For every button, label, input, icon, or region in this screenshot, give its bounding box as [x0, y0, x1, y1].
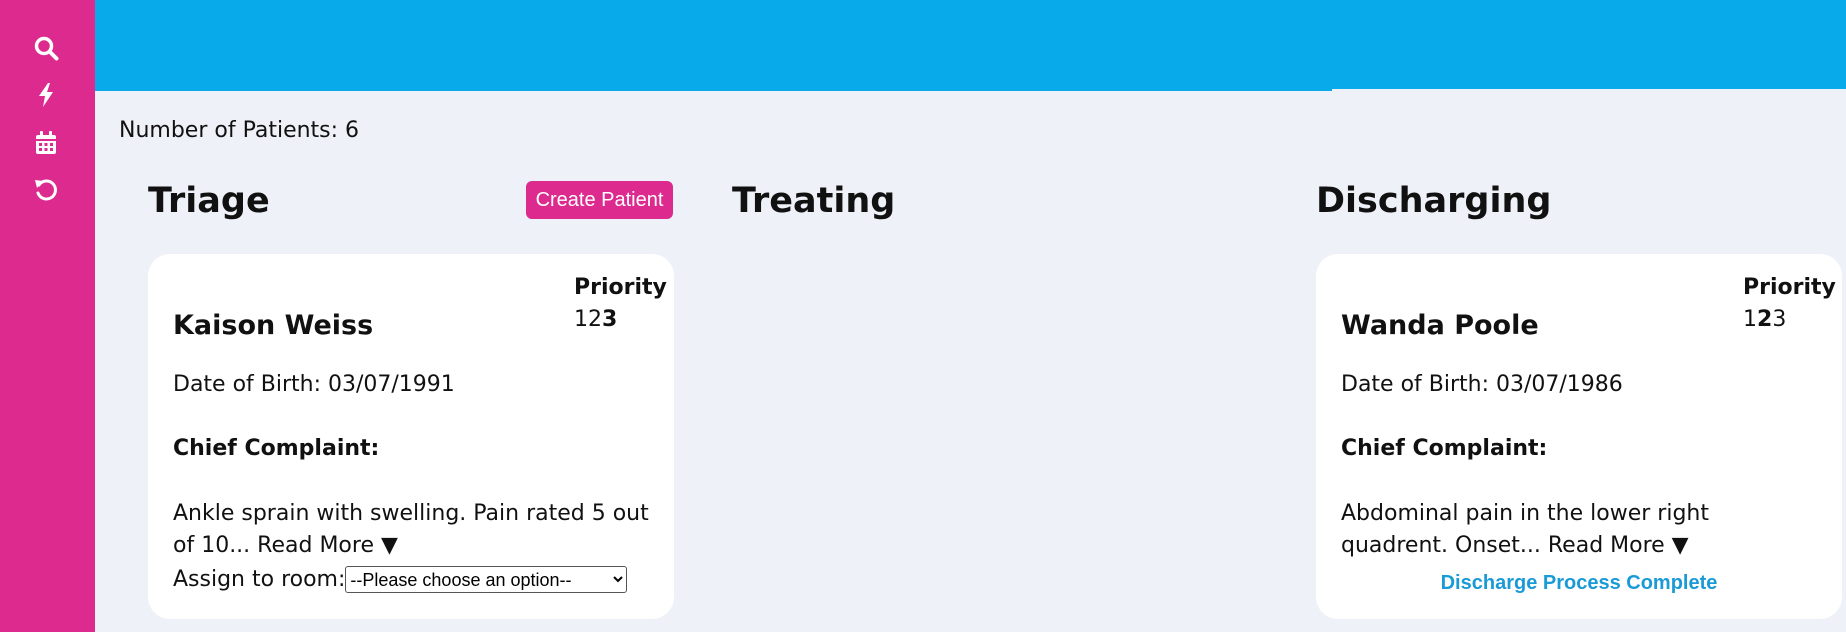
patient-name: Wanda Poole — [1341, 310, 1539, 341]
priority-option-3[interactable]: 3 — [1772, 307, 1786, 332]
priority-option-1[interactable]: 1 — [1743, 307, 1757, 332]
assign-room-label: Assign to room: — [173, 567, 346, 592]
calendar-icon[interactable] — [33, 130, 59, 156]
chief-complaint-label: Chief Complaint: — [173, 436, 380, 461]
priority-option-1[interactable]: 1 — [574, 307, 588, 332]
column-title-treating: Treating — [732, 181, 896, 221]
priority-label: Priority — [1743, 275, 1836, 300]
top-bar-divider — [1332, 89, 1846, 91]
patient-count: Number of Patients: 6 — [119, 118, 360, 143]
date-of-birth: Date of Birth: 03/07/1991 — [173, 372, 455, 397]
create-patient-button[interactable]: Create Patient — [526, 181, 673, 219]
priority-selector: Priority 123 — [574, 272, 667, 336]
sidebar — [0, 0, 95, 632]
chief-complaint-text: Abdominal pain in the lower right quadre… — [1341, 498, 1821, 562]
patient-name: Kaison Weiss — [173, 310, 374, 341]
bolt-icon[interactable] — [33, 82, 59, 108]
search-icon[interactable] — [33, 35, 59, 61]
column-title-discharging: Discharging — [1316, 181, 1552, 221]
room-select[interactable]: --Please choose an option-- — [345, 566, 628, 593]
chief-complaint-label: Chief Complaint: — [1341, 436, 1548, 461]
priority-option-3[interactable]: 3 — [602, 307, 617, 332]
chief-complaint-text: Ankle sprain with swelling. Pain rated 5… — [173, 498, 653, 562]
read-more-link[interactable]: Read More ▼ — [257, 533, 398, 558]
read-more-link[interactable]: Read More ▼ — [1548, 533, 1689, 558]
patient-card-wanda-poole[interactable]: Priority 123 Wanda Poole Date of Birth: … — [1316, 254, 1842, 619]
discharge-complete-link[interactable]: Discharge Process Complete — [1316, 572, 1842, 595]
priority-option-2[interactable]: 2 — [1757, 307, 1772, 332]
priority-option-2[interactable]: 2 — [588, 307, 602, 332]
column-title-triage: Triage — [148, 181, 270, 221]
top-bar — [95, 0, 1846, 91]
patient-card-kaison-weiss[interactable]: Priority 123 Kaison Weiss Date of Birth:… — [148, 254, 674, 619]
priority-selector: Priority 123 — [1743, 272, 1836, 336]
assign-room-row: Assign to room: --Please choose an optio… — [173, 566, 628, 593]
complaint-summary: Ankle sprain with swelling. Pain rated 5… — [173, 501, 649, 558]
date-of-birth: Date of Birth: 03/07/1986 — [1341, 372, 1623, 397]
priority-label: Priority — [574, 275, 667, 300]
undo-icon[interactable] — [33, 177, 59, 203]
